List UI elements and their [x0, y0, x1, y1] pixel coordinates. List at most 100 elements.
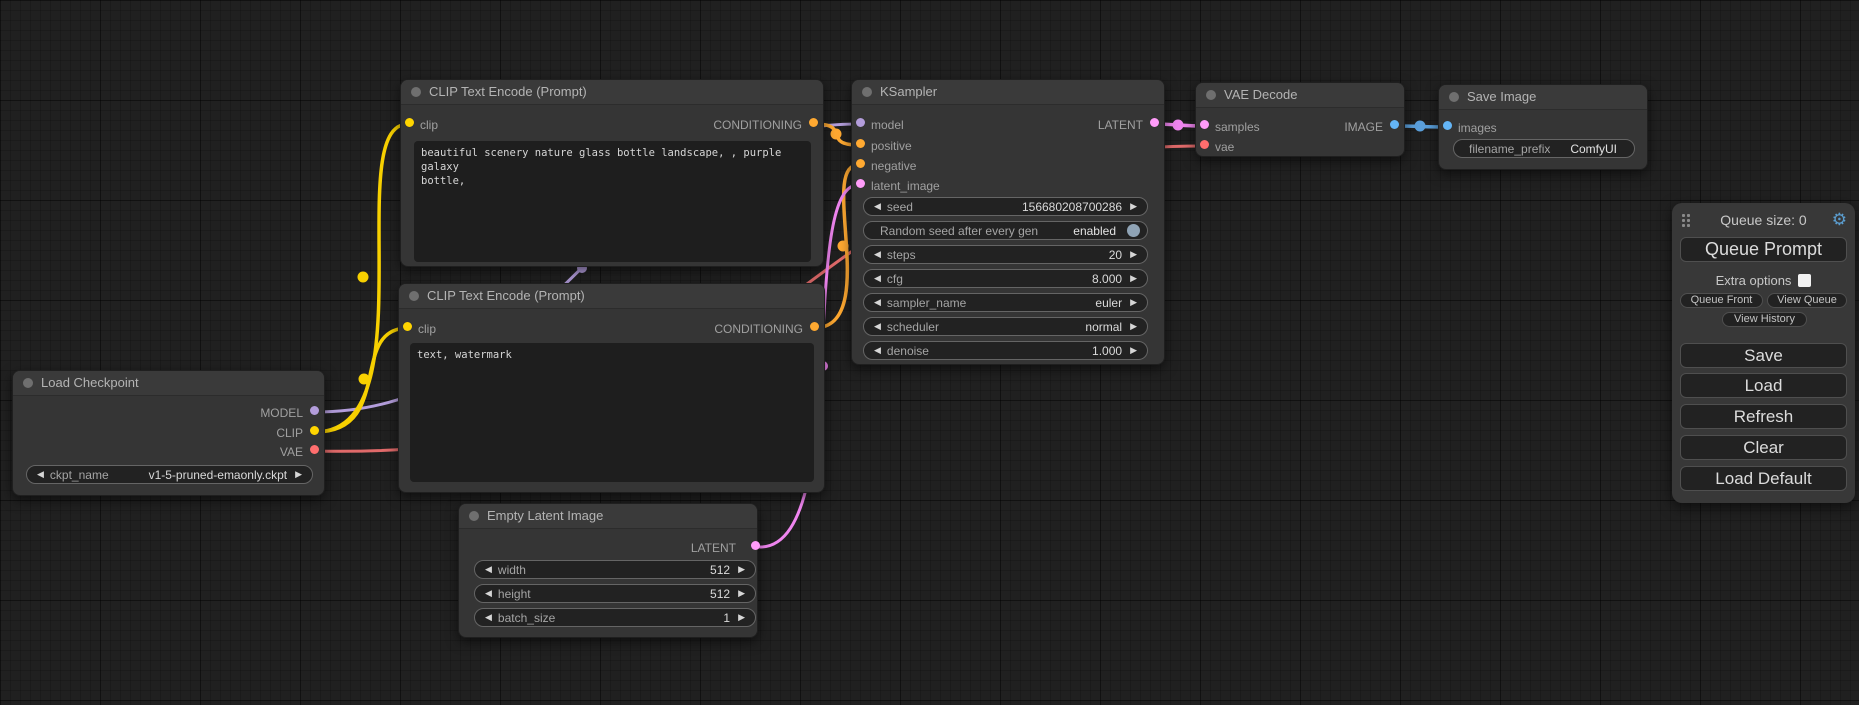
node-title-bar[interactable]: Empty Latent Image: [459, 504, 757, 529]
ckpt-name-widget[interactable]: ◀ ckpt_name v1-5-pruned-emaonly.ckpt ▶: [26, 465, 313, 484]
slot-label: images: [1458, 121, 1497, 135]
increment-arrow-icon[interactable]: ▶: [735, 584, 748, 603]
slot-label: CONDITIONING: [713, 118, 802, 132]
positive-input-dot[interactable]: [856, 139, 865, 148]
increment-arrow-icon[interactable]: ▶: [1127, 197, 1140, 216]
increment-arrow-icon[interactable]: ▶: [292, 465, 305, 484]
increment-arrow-icon[interactable]: ▶: [735, 608, 748, 627]
prompt-textarea[interactable]: text, watermark: [410, 343, 814, 482]
increment-arrow-icon[interactable]: ▶: [1127, 293, 1140, 312]
decrement-arrow-icon[interactable]: ◀: [482, 560, 495, 579]
node-ksampler[interactable]: KSampler model LATENT positive negative …: [851, 79, 1165, 365]
vae-input-dot[interactable]: [1200, 140, 1209, 149]
collapse-dot-icon[interactable]: [23, 378, 33, 388]
input-slot-vae: vae: [1196, 140, 1404, 154]
slot-label: LATENT: [691, 541, 736, 555]
conditioning-output-dot[interactable]: [810, 322, 819, 331]
slot-label: clip: [418, 322, 436, 336]
input-slot-images: images: [1439, 121, 1647, 135]
node-empty-latent-image[interactable]: Empty Latent Image LATENT ◀ width 512 ▶ …: [458, 503, 758, 638]
negative-input-dot[interactable]: [856, 159, 865, 168]
increment-arrow-icon[interactable]: ▶: [1127, 269, 1140, 288]
clip-output-dot[interactable]: [310, 426, 319, 435]
widget-value: 156680208700286: [1022, 200, 1127, 214]
decrement-arrow-icon[interactable]: ◀: [34, 465, 47, 484]
node-vae-decode[interactable]: VAE Decode samples IMAGE vae: [1195, 82, 1405, 157]
extra-options-row: Extra options: [1672, 272, 1855, 288]
node-title-bar[interactable]: CLIP Text Encode (Prompt): [399, 284, 824, 309]
node-load-checkpoint[interactable]: Load Checkpoint MODEL CLIP VAE ◀ ckpt_na…: [12, 370, 325, 496]
decrement-arrow-icon[interactable]: ◀: [482, 584, 495, 603]
model-input-dot[interactable]: [856, 118, 865, 127]
extra-options-checkbox[interactable]: [1798, 274, 1811, 287]
steps-widget[interactable]: ◀ steps 20 ▶: [863, 245, 1148, 264]
increment-arrow-icon[interactable]: ▶: [1127, 341, 1140, 360]
node-title: Load Checkpoint: [41, 375, 139, 390]
increment-arrow-icon[interactable]: ▶: [735, 560, 748, 579]
queue-prompt-button[interactable]: Queue Prompt: [1680, 237, 1847, 262]
collapse-dot-icon[interactable]: [1449, 92, 1459, 102]
view-history-button[interactable]: View History: [1722, 312, 1807, 327]
decrement-arrow-icon[interactable]: ◀: [871, 269, 884, 288]
denoise-widget[interactable]: ◀ denoise 1.000 ▶: [863, 341, 1148, 360]
node-title: KSampler: [880, 84, 937, 99]
node-save-image[interactable]: Save Image images filename_prefix ComfyU…: [1438, 84, 1648, 170]
refresh-button[interactable]: Refresh: [1680, 404, 1847, 429]
node-title-bar[interactable]: Load Checkpoint: [13, 371, 324, 396]
width-widget[interactable]: ◀ width 512 ▶: [474, 560, 756, 579]
decrement-arrow-icon[interactable]: ◀: [871, 341, 884, 360]
node-title-bar[interactable]: Save Image: [1439, 85, 1647, 110]
decrement-arrow-icon[interactable]: ◀: [871, 197, 884, 216]
cfg-widget[interactable]: ◀ cfg 8.000 ▶: [863, 269, 1148, 288]
node-graph-canvas[interactable]: Load Checkpoint MODEL CLIP VAE ◀ ckpt_na…: [0, 0, 1859, 705]
load-button[interactable]: Load: [1680, 373, 1847, 398]
images-input-dot[interactable]: [1443, 121, 1452, 130]
seed-widget[interactable]: ◀ seed 156680208700286 ▶: [863, 197, 1148, 216]
node-title-bar[interactable]: CLIP Text Encode (Prompt): [401, 80, 823, 105]
latent-image-input-dot[interactable]: [856, 179, 865, 188]
increment-arrow-icon[interactable]: ▶: [1127, 245, 1140, 264]
decrement-arrow-icon[interactable]: ◀: [871, 317, 884, 336]
collapse-dot-icon[interactable]: [469, 511, 479, 521]
collapse-dot-icon[interactable]: [1206, 90, 1216, 100]
node-title-bar[interactable]: KSampler: [852, 80, 1164, 105]
model-output-dot[interactable]: [310, 406, 319, 415]
collapse-dot-icon[interactable]: [411, 87, 421, 97]
clip-input-dot[interactable]: [405, 118, 414, 127]
collapse-dot-icon[interactable]: [862, 87, 872, 97]
node-clip-text-encode-positive[interactable]: CLIP Text Encode (Prompt) clip CONDITION…: [400, 79, 824, 267]
prompt-textarea[interactable]: beautiful scenery nature glass bottle la…: [414, 141, 811, 262]
gear-icon[interactable]: ⚙: [1832, 210, 1847, 230]
clip-input-dot[interactable]: [403, 322, 412, 331]
decrement-arrow-icon[interactable]: ◀: [482, 608, 495, 627]
save-button[interactable]: Save: [1680, 343, 1847, 368]
node-title: CLIP Text Encode (Prompt): [427, 288, 585, 303]
node-clip-text-encode-negative[interactable]: CLIP Text Encode (Prompt) clip CONDITION…: [398, 283, 825, 493]
view-queue-button[interactable]: View Queue: [1767, 293, 1847, 308]
widget-label: ckpt_name: [47, 468, 109, 482]
random-seed-toggle-widget[interactable]: Random seed after every gen enabled: [863, 221, 1148, 240]
node-title: CLIP Text Encode (Prompt): [429, 84, 587, 99]
height-widget[interactable]: ◀ height 512 ▶: [474, 584, 756, 603]
collapse-dot-icon[interactable]: [409, 291, 419, 301]
decrement-arrow-icon[interactable]: ◀: [871, 293, 884, 312]
sampler-name-widget[interactable]: ◀ sampler_name euler ▶: [863, 293, 1148, 312]
increment-arrow-icon[interactable]: ▶: [1127, 317, 1140, 336]
latent-output-dot[interactable]: [1150, 118, 1159, 127]
image-output-dot[interactable]: [1390, 120, 1399, 129]
samples-input-dot[interactable]: [1200, 120, 1209, 129]
conditioning-output-dot[interactable]: [809, 118, 818, 127]
decrement-arrow-icon[interactable]: ◀: [871, 245, 884, 264]
load-default-button[interactable]: Load Default: [1680, 466, 1847, 491]
queue-front-button[interactable]: Queue Front: [1680, 293, 1763, 308]
widget-value: euler: [1095, 296, 1127, 310]
node-title-bar[interactable]: VAE Decode: [1196, 83, 1404, 108]
filename-prefix-widget[interactable]: filename_prefix ComfyUI: [1453, 139, 1635, 158]
batch-size-widget[interactable]: ◀ batch_size 1 ▶: [474, 608, 756, 627]
slot-label: negative: [871, 159, 916, 173]
latent-output-dot[interactable]: [751, 541, 760, 550]
vae-output-dot[interactable]: [310, 445, 319, 454]
clear-button[interactable]: Clear: [1680, 435, 1847, 460]
scheduler-widget[interactable]: ◀ scheduler normal ▶: [863, 317, 1148, 336]
toggle-circle-icon[interactable]: [1127, 224, 1140, 237]
